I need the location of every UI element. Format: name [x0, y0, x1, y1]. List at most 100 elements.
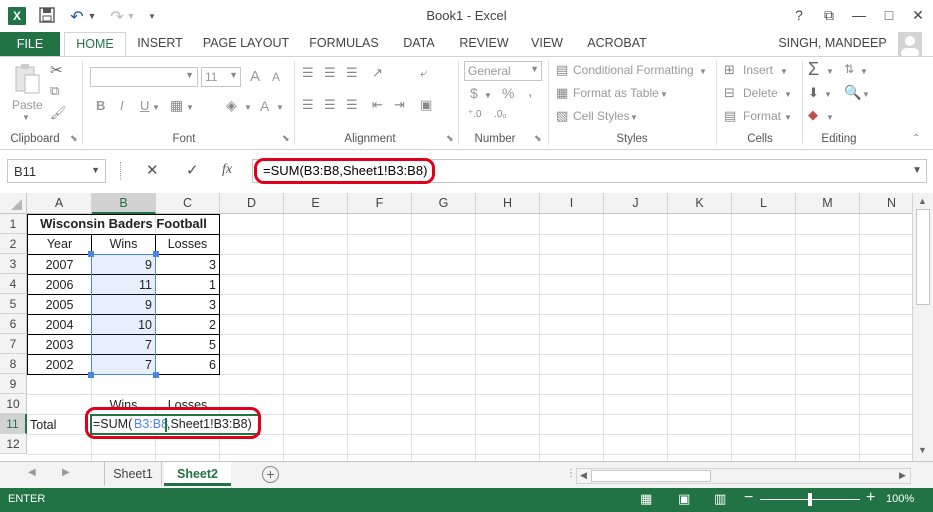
column-header-c[interactable]: C — [156, 193, 220, 214]
column-header-m[interactable]: M — [796, 193, 860, 214]
cell-a6[interactable]: 2004 — [28, 315, 91, 335]
column-header-e[interactable]: E — [284, 193, 348, 214]
cell-b2[interactable]: Wins — [92, 234, 155, 254]
borders-dropdown-icon[interactable]: ▼ — [186, 103, 194, 112]
autosum-dropdown-icon[interactable]: ▼ — [826, 67, 834, 76]
underline-dropdown-icon[interactable]: ▼ — [152, 103, 160, 112]
cell-a8[interactable]: 2002 — [28, 355, 91, 375]
format-as-table-icon[interactable]: ▦ — [556, 85, 568, 101]
decrease-indent-icon[interactable]: ⇤ — [372, 97, 383, 113]
format-cells-icon[interactable]: ▤ — [724, 108, 736, 124]
row-header-12[interactable]: 12 — [0, 434, 27, 454]
format-cells-dropdown-icon[interactable]: ▼ — [784, 113, 792, 122]
paste-icon[interactable] — [12, 63, 42, 95]
tab-insert[interactable]: INSERT — [130, 32, 190, 57]
increase-decimal-icon[interactable]: ⁺.0 — [468, 109, 482, 120]
clear-dropdown-icon[interactable]: ▼ — [826, 113, 834, 122]
autosum-icon[interactable]: Σ — [808, 59, 819, 80]
scroll-down-icon[interactable]: ▼ — [918, 445, 927, 455]
conditional-formatting-button[interactable]: Conditional Formatting — [573, 63, 694, 77]
sheet-tab-sheet2[interactable]: Sheet2 — [164, 462, 231, 486]
cell-b3[interactable]: 9 — [92, 255, 155, 275]
format-cells-button[interactable]: Format — [743, 109, 781, 123]
scroll-right-icon[interactable]: ▶ — [899, 470, 906, 481]
row-header-6[interactable]: 6 — [0, 314, 27, 334]
tab-review[interactable]: REVIEW — [454, 32, 514, 57]
increase-font-icon[interactable]: A — [250, 68, 260, 85]
column-header-l[interactable]: L — [732, 193, 796, 214]
next-sheet-icon[interactable]: ▶ — [62, 467, 70, 478]
fill-color-dropdown-icon[interactable]: ▼ — [244, 103, 252, 112]
avatar[interactable] — [898, 32, 922, 56]
row-header-5[interactable]: 5 — [0, 294, 27, 314]
confirm-entry-button[interactable]: ✓ — [186, 161, 199, 179]
row-header-7[interactable]: 7 — [0, 334, 27, 354]
currency-dropdown-icon[interactable]: ▼ — [484, 91, 492, 100]
insert-function-button[interactable]: fx — [222, 162, 232, 178]
page-layout-view-icon[interactable]: ▣ — [678, 491, 690, 507]
delete-cells-dropdown-icon[interactable]: ▼ — [784, 90, 792, 99]
font-color-dropdown-icon[interactable]: ▼ — [276, 103, 284, 112]
sort-filter-icon[interactable]: ⇅ — [844, 62, 854, 76]
format-as-table-button[interactable]: Format as Table — [573, 86, 659, 100]
insert-cells-button[interactable]: Insert — [743, 63, 773, 77]
font-launcher-icon[interactable]: ⬊ — [282, 133, 290, 144]
cell-c6[interactable]: 2 — [156, 315, 219, 335]
column-header-a[interactable]: A — [27, 193, 92, 214]
align-center-icon[interactable]: ☰ — [324, 97, 336, 113]
tab-acrobat[interactable]: ACROBAT — [580, 32, 654, 57]
row-header-11[interactable]: 11 — [0, 414, 27, 434]
format-painter-icon[interactable]: 🖌 — [50, 105, 67, 121]
horizontal-scroll-thumb[interactable] — [591, 470, 711, 482]
fill-icon[interactable]: ⬇ — [808, 85, 819, 101]
close-button[interactable]: ✕ — [903, 4, 933, 26]
vertical-scrollbar[interactable]: ▲ ▼ — [912, 193, 933, 461]
conditional-formatting-icon[interactable]: ▤ — [556, 62, 568, 78]
expand-formula-bar-icon[interactable]: ▼ — [912, 165, 922, 176]
clear-icon[interactable]: ◆ — [808, 107, 818, 123]
cell-a3[interactable]: 2007 — [28, 255, 91, 275]
cell-c7[interactable]: 5 — [156, 335, 219, 355]
row-header-4[interactable]: 4 — [0, 274, 27, 294]
insert-cells-dropdown-icon[interactable]: ▼ — [780, 67, 788, 76]
italic-button[interactable]: I — [120, 98, 124, 113]
cancel-entry-button[interactable]: ✕ — [146, 161, 159, 179]
tab-home[interactable]: HOME — [64, 32, 126, 57]
minimize-button[interactable]: — — [844, 4, 874, 26]
cell-a11[interactable]: Total — [30, 415, 90, 435]
select-all-button[interactable] — [0, 193, 27, 214]
tab-split-icon[interactable]: ⋮ — [566, 468, 576, 479]
column-header-f[interactable]: F — [348, 193, 412, 214]
number-format-combo[interactable]: General ▼ — [464, 61, 542, 81]
row-header-1[interactable]: 1 — [0, 214, 27, 234]
sort-filter-dropdown-icon[interactable]: ▼ — [860, 67, 868, 76]
cell-a2[interactable]: Year — [28, 234, 91, 254]
zoom-level[interactable]: 100% — [886, 493, 914, 505]
copy-icon[interactable]: ⧉ — [50, 83, 59, 99]
alignment-launcher-icon[interactable]: ⬊ — [446, 133, 454, 144]
sheet-tab-sheet1[interactable]: Sheet1 — [104, 462, 162, 486]
row-header-3[interactable]: 3 — [0, 254, 27, 274]
tab-view[interactable]: VIEW — [524, 32, 570, 57]
fill-color-icon[interactable]: ◈ — [226, 97, 237, 114]
column-header-i[interactable]: I — [540, 193, 604, 214]
align-left-icon[interactable]: ☰ — [302, 97, 314, 113]
cell-c2[interactable]: Losses — [156, 234, 219, 254]
column-header-n[interactable]: N — [860, 193, 912, 214]
align-bottom-icon[interactable]: ☰ — [346, 65, 358, 81]
scroll-left-icon[interactable]: ◀ — [580, 470, 587, 481]
align-right-icon[interactable]: ☰ — [346, 97, 358, 113]
fill-dropdown-icon[interactable]: ▼ — [824, 90, 832, 99]
cell-styles-icon[interactable]: ▧ — [556, 108, 568, 124]
font-name-combo[interactable]: ▼ — [90, 67, 198, 87]
bold-button[interactable]: B — [96, 98, 105, 113]
number-launcher-icon[interactable]: ⬊ — [534, 133, 542, 144]
underline-button[interactable]: U — [140, 98, 149, 113]
merge-center-icon[interactable]: ▣ — [420, 97, 432, 113]
delete-cells-icon[interactable]: ⊟ — [724, 85, 735, 101]
align-top-icon[interactable]: ☰ — [302, 65, 314, 81]
find-select-icon[interactable]: 🔍 — [844, 84, 861, 101]
scroll-up-icon[interactable]: ▲ — [918, 196, 927, 206]
cell-b8[interactable]: 7 — [92, 355, 155, 375]
zoom-slider-thumb[interactable] — [808, 493, 812, 506]
